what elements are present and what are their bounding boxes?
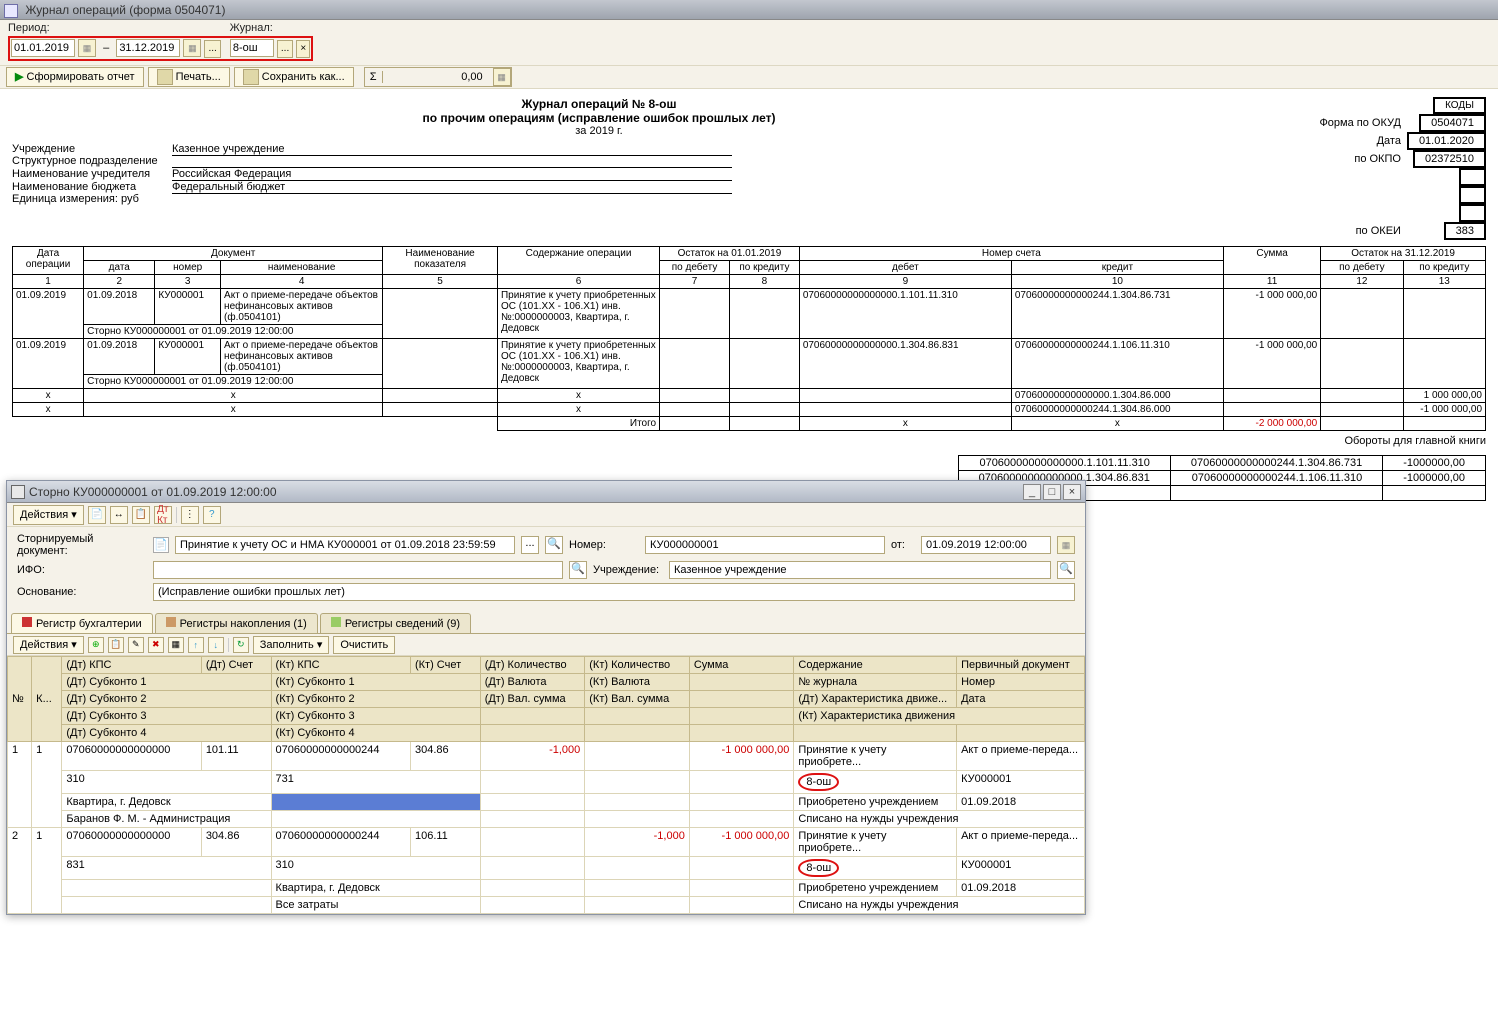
sum-box: Σ 0,00 ▦ <box>364 67 512 87</box>
stor-doc-dots[interactable]: ... <box>521 536 539 554</box>
fill-button[interactable]: Заполнить ▾ <box>253 636 330 654</box>
journal-dots-button[interactable]: ... <box>277 40 293 58</box>
calendar-icon-to[interactable]: ▦ <box>183 39 201 57</box>
copy-row-icon[interactable]: 📋 <box>108 637 124 653</box>
save-as-button[interactable]: Сохранить как... <box>234 67 354 87</box>
storno-window: Сторно КУ000000001 от 01.09.2019 12:00:0… <box>6 480 1086 915</box>
refresh-icon[interactable]: ↻ <box>233 637 249 653</box>
tb-icon-3[interactable]: 📋 <box>132 506 150 524</box>
tb-icon-1[interactable]: 📄 <box>88 506 106 524</box>
journal-badge: 8-ош <box>798 859 839 877</box>
printer-icon <box>157 69 173 85</box>
tab-accumulation[interactable]: Регистры накопления (1) <box>155 613 318 633</box>
help-icon[interactable]: ? <box>203 506 221 524</box>
add-row-icon[interactable]: ⊕ <box>88 637 104 653</box>
move-up-icon[interactable]: ↑ <box>188 637 204 653</box>
tb-icon-5[interactable]: ⋮ <box>181 506 199 524</box>
sum-calc-icon[interactable]: ▦ <box>493 68 511 86</box>
report-year: за 2019 г. <box>12 125 1186 137</box>
report-title: Журнал операций № 8-ош <box>12 97 1186 111</box>
journal-label: Журнал: <box>230 22 273 34</box>
journal-badge: 8-ош <box>798 773 839 791</box>
minimize-button[interactable]: _ <box>1023 484 1041 500</box>
window-icon <box>4 4 18 18</box>
date-cal-icon[interactable]: ▦ <box>1057 536 1075 554</box>
window-title: Журнал операций (форма 0504071) <box>25 3 225 17</box>
turnover-header: Обороты для главной книги <box>12 435 1486 447</box>
doc-link-icon[interactable]: 📄 <box>153 537 169 553</box>
print-button[interactable]: Печать... <box>148 67 230 87</box>
clear-button[interactable]: Очистить <box>333 636 395 654</box>
window-titlebar: Журнал операций (форма 0504071) <box>0 0 1498 20</box>
close-button[interactable]: × <box>1063 484 1081 500</box>
save-icon <box>243 69 259 85</box>
tab-accounting[interactable]: Регистр бухгалтерии <box>11 613 153 633</box>
journal-input[interactable] <box>230 39 274 57</box>
number-input[interactable] <box>645 536 885 554</box>
period-label: Период: <box>8 22 50 34</box>
report-toolbar: ▶ Сформировать отчет Печать... Сохранить… <box>0 65 1498 89</box>
edit-row-icon[interactable]: ✎ <box>128 637 144 653</box>
maximize-button[interactable]: □ <box>1043 484 1061 500</box>
actions-menu[interactable]: Действия ▾ <box>13 505 84 525</box>
report-area: Журнал операций № 8-ош по прочим операци… <box>0 89 1498 509</box>
inst-input[interactable] <box>669 561 1051 579</box>
tb-icon-4[interactable]: ДтКт <box>154 506 172 524</box>
calendar-icon-from[interactable]: ▦ <box>78 39 96 57</box>
delete-row-icon[interactable]: ✖ <box>148 637 164 653</box>
generate-report-button[interactable]: ▶ Сформировать отчет <box>6 67 144 87</box>
tab-info[interactable]: Регистры сведений (9) <box>320 613 471 633</box>
reason-input[interactable] <box>153 583 1075 601</box>
period-dots-button[interactable]: ... <box>204 40 220 58</box>
grid-actions[interactable]: Действия ▾ <box>13 636 84 654</box>
operations-table: Дата операции Документ Наименование пока… <box>12 246 1486 431</box>
stor-doc-search[interactable]: 🔍 <box>545 536 563 554</box>
sel-all-icon[interactable]: ▦ <box>168 637 184 653</box>
journal-clear-button[interactable]: × <box>296 40 310 58</box>
storno-window-title: Сторно КУ000000001 от 01.09.2019 12:00:0… <box>29 485 277 499</box>
entries-grid: № К... (Дт) КПС (Дт) Счет (Кт) КПС (Кт) … <box>7 656 1085 914</box>
tb-icon-2[interactable]: ↔ <box>110 506 128 524</box>
date-to-input[interactable] <box>116 39 180 57</box>
doc-icon <box>11 485 25 499</box>
stor-doc-input[interactable] <box>175 536 515 554</box>
period-bar: Период: Журнал: ▦ – ▦ ... ... × <box>0 20 1498 65</box>
date-from-input[interactable] <box>11 39 75 57</box>
ifo-input[interactable] <box>153 561 563 579</box>
date-input[interactable] <box>921 536 1051 554</box>
report-subtitle: по прочим операциям (исправление ошибок … <box>12 111 1186 125</box>
move-down-icon[interactable]: ↓ <box>208 637 224 653</box>
